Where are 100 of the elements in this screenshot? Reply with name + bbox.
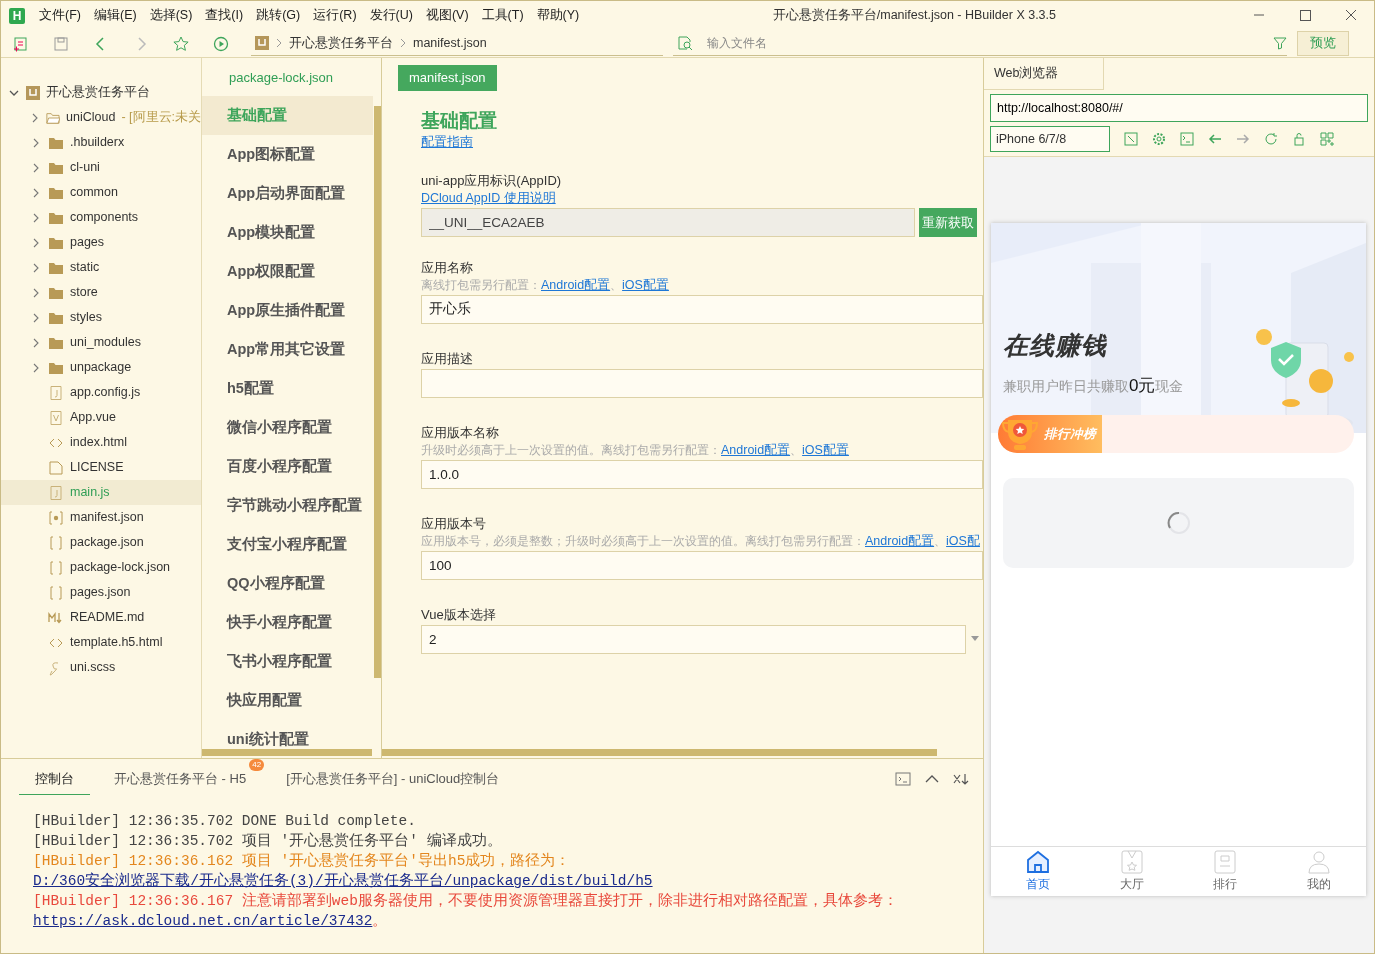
forward-icon[interactable] xyxy=(1236,132,1250,146)
tree-item[interactable]: styles xyxy=(70,308,102,327)
close-icon[interactable] xyxy=(1344,9,1358,22)
url-field[interactable]: http://localhost:8080/#/ xyxy=(990,94,1368,122)
tree-item[interactable]: template.h5.html xyxy=(70,633,163,652)
resize-icon[interactable] xyxy=(1124,132,1138,146)
qr-icon[interactable] xyxy=(1320,132,1334,146)
menu-item[interactable]: 跳转(G) xyxy=(256,6,301,25)
refresh-icon[interactable] xyxy=(1264,132,1278,146)
terminal-icon[interactable] xyxy=(1180,132,1194,146)
tab-bar-item[interactable]: 我的 xyxy=(1272,847,1366,896)
tree-item[interactable]: uni_modules xyxy=(70,333,141,352)
settings-nav-item[interactable]: 飞书小程序配置 xyxy=(202,642,373,681)
scrollbar[interactable] xyxy=(374,106,381,678)
input-field[interactable]: 1.0.0 xyxy=(421,459,983,489)
chevron-icon[interactable] xyxy=(31,162,41,173)
doc-link[interactable]: Android配置 xyxy=(721,442,791,457)
settings-nav-item[interactable]: App图标配置 xyxy=(202,135,373,174)
doc-link[interactable]: Android配置 xyxy=(541,277,611,292)
menu-item[interactable]: 查找(I) xyxy=(205,6,244,25)
chevron-icon[interactable] xyxy=(31,212,41,223)
tab-bar-item[interactable]: 排行 xyxy=(1178,847,1273,896)
chevron-icon[interactable] xyxy=(31,287,41,298)
device-select[interactable]: iPhone 6/7/8 xyxy=(990,126,1110,152)
tree-item[interactable]: index.html xyxy=(70,433,127,452)
settings-nav-item[interactable]: 快手小程序配置 xyxy=(202,603,373,642)
run-icon[interactable] xyxy=(213,35,229,52)
tree-item[interactable]: manifest.json xyxy=(70,508,144,527)
doc-link[interactable]: iOS配置 xyxy=(802,442,849,457)
chevron-icon[interactable] xyxy=(31,312,41,323)
tree-item[interactable]: store xyxy=(70,283,98,302)
tree-item[interactable]: app.config.js xyxy=(70,383,141,402)
breadcrumb-item[interactable]: 开心悬赏任务平台 xyxy=(289,33,393,53)
menu-item[interactable]: 选择(S) xyxy=(149,6,193,25)
settings-nav-item[interactable]: App常用其它设置 xyxy=(202,330,373,369)
chevron-icon[interactable] xyxy=(31,137,41,148)
tree-item[interactable]: common xyxy=(70,183,118,202)
tree-item[interactable]: unpackage xyxy=(70,358,132,377)
menu-item[interactable]: 发行(U) xyxy=(369,6,413,25)
menu-item[interactable]: 运行(R) xyxy=(313,6,357,25)
settings-nav-item[interactable]: 微信小程序配置 xyxy=(202,408,373,447)
tree-item[interactable]: cl-uni xyxy=(70,158,100,177)
tree-item[interactable]: components xyxy=(70,208,139,227)
console-tab[interactable]: 控制台 xyxy=(19,762,90,796)
input-field[interactable]: __UNI__ECA2AEB xyxy=(421,207,915,237)
doc-link[interactable]: DCloud AppID 使用说明 xyxy=(421,190,556,205)
select-field[interactable]: 2 xyxy=(421,624,966,654)
new-file-icon[interactable] xyxy=(13,35,29,52)
lock-icon[interactable] xyxy=(1292,132,1306,146)
doc-link[interactable]: iOS配置 xyxy=(622,277,669,292)
chevron-icon[interactable] xyxy=(31,262,41,273)
maximize-icon[interactable] xyxy=(1298,9,1312,22)
settings-icon[interactable] xyxy=(1152,132,1166,146)
menu-item[interactable]: 视图(V) xyxy=(425,6,469,25)
settings-nav-item[interactable]: 支付宝小程序配置 xyxy=(202,525,373,564)
path-link[interactable]: D:/360安全浏览器下载/开心悬赏任务(3)/开心悬赏任务平台/unpackage/dist/build/h5 xyxy=(33,873,653,889)
chevron-icon[interactable] xyxy=(31,187,41,198)
tree-item[interactable]: pages xyxy=(70,233,105,252)
menu-item[interactable]: 编辑(E) xyxy=(93,6,137,25)
scrollbar[interactable] xyxy=(202,749,372,756)
menu-item[interactable]: 帮助(Y) xyxy=(536,6,580,25)
tree-item[interactable]: 开心悬赏任务平台 xyxy=(46,83,150,102)
settings-nav-item[interactable]: 快应用配置 xyxy=(202,681,373,720)
settings-nav-item[interactable]: App原生插件配置 xyxy=(202,291,373,330)
doc-link[interactable]: Android配置 xyxy=(865,533,935,548)
chevron-icon[interactable] xyxy=(31,337,41,348)
settings-nav-item[interactable]: App模块配置 xyxy=(202,213,373,252)
terminal-icon[interactable] xyxy=(895,772,911,786)
tree-item[interactable]: uniCloud xyxy=(66,108,116,127)
tree-item[interactable]: package.json xyxy=(70,533,144,552)
input-field[interactable]: 100 xyxy=(421,550,983,580)
path-link[interactable]: https://ask.dcloud.net.cn/article/37432 xyxy=(33,913,373,929)
settings-nav-item[interactable]: App权限配置 xyxy=(202,252,373,291)
tree-item[interactable]: pages.json xyxy=(70,583,131,602)
filter-icon[interactable] xyxy=(1273,36,1287,50)
chevron-icon[interactable] xyxy=(31,237,41,248)
menu-item[interactable]: 工具(T) xyxy=(481,6,524,25)
chevron-icon[interactable] xyxy=(31,362,41,373)
guide-link[interactable]: 配置指南 xyxy=(421,135,473,149)
settings-nav-item[interactable]: QQ小程序配置 xyxy=(202,564,373,603)
save-icon[interactable] xyxy=(53,35,69,52)
file-search-field[interactable]: 输入文件名 xyxy=(705,33,1261,53)
breadcrumb-item[interactable]: manifest.json xyxy=(413,33,487,53)
tree-item[interactable]: README.md xyxy=(70,608,145,627)
doc-link[interactable]: iOS配 xyxy=(946,533,980,548)
tree-item[interactable]: uni.scss xyxy=(70,658,116,677)
menu-item[interactable]: 文件(F) xyxy=(39,6,81,25)
star-icon[interactable] xyxy=(173,35,189,52)
input-field[interactable]: 开心乐 xyxy=(421,294,983,324)
tree-item[interactable]: package-lock.json xyxy=(70,558,171,577)
tab-bar-item[interactable]: 首页 xyxy=(991,847,1085,896)
tree-item[interactable]: LICENSE xyxy=(70,458,124,477)
settings-nav-item[interactable]: 百度小程序配置 xyxy=(202,447,373,486)
back-icon[interactable] xyxy=(1208,132,1222,146)
browser-tab[interactable]: Web浏览器 xyxy=(984,58,1104,90)
clear-icon[interactable] xyxy=(953,773,969,785)
settings-nav-item[interactable]: h5配置 xyxy=(202,369,373,408)
scrollbar[interactable] xyxy=(382,749,937,756)
tree-item[interactable]: static xyxy=(70,258,100,277)
settings-nav-item[interactable]: 字节跳动小程序配置 xyxy=(202,486,373,525)
